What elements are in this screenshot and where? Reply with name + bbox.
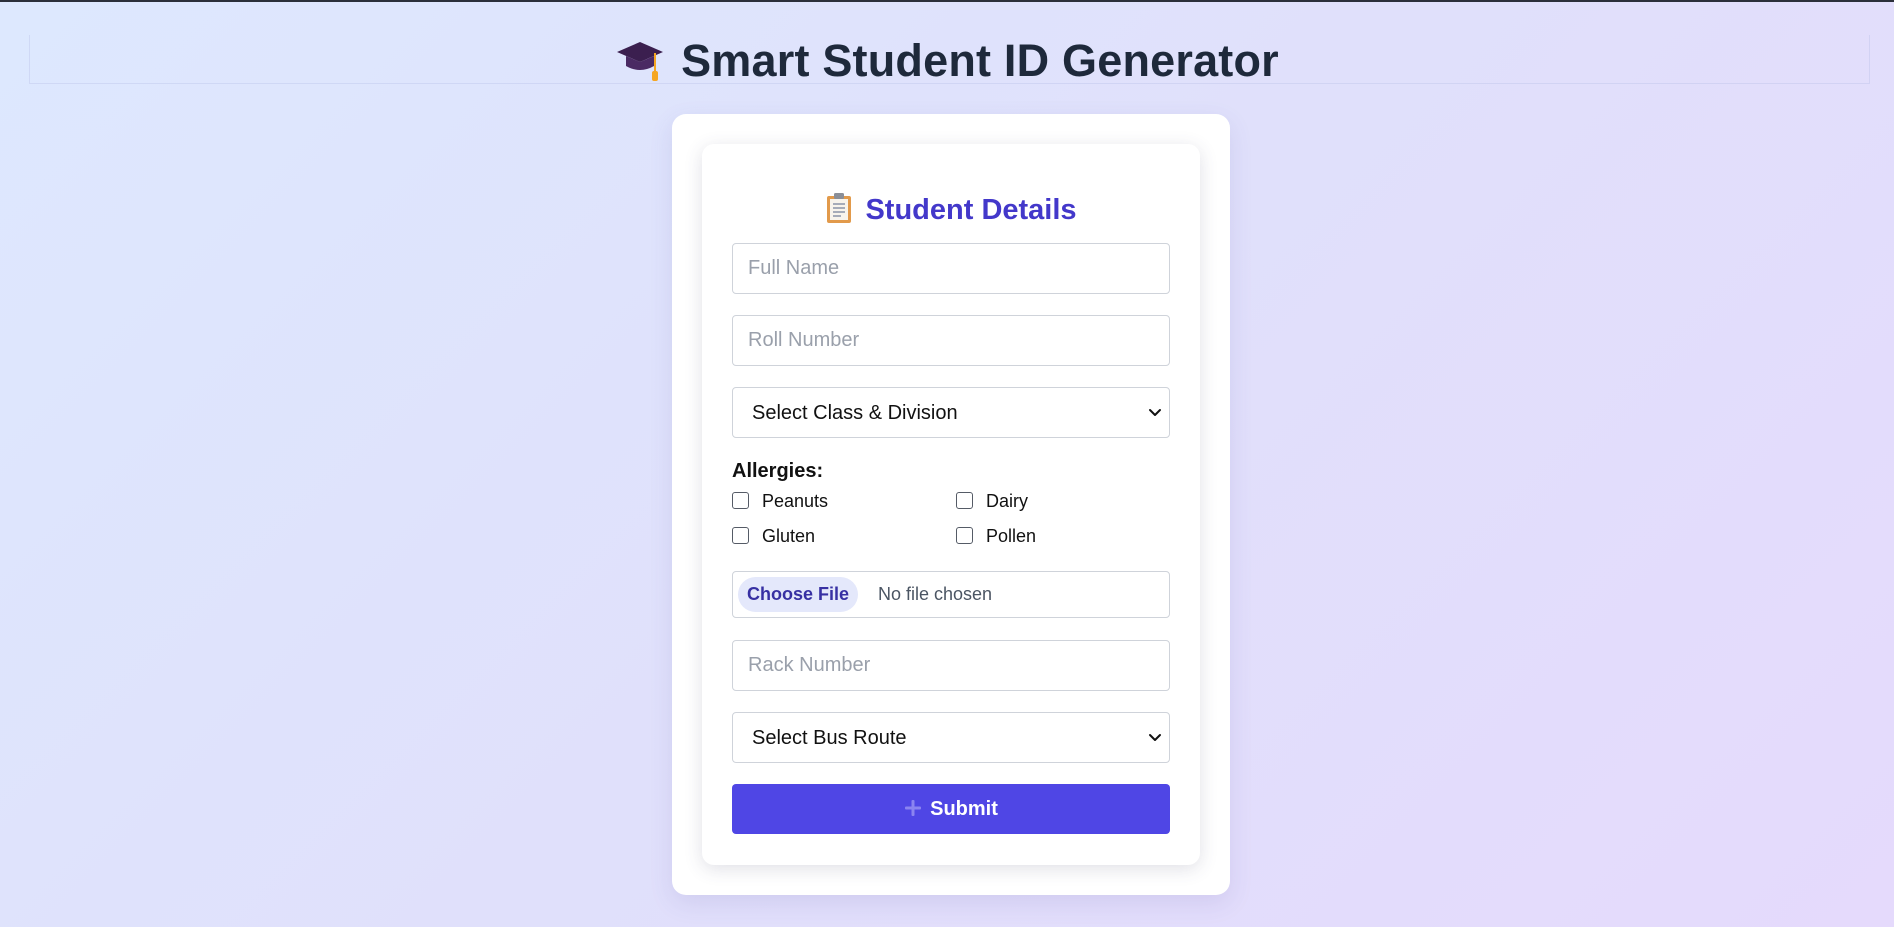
checkbox-box[interactable] [956, 527, 973, 544]
submit-button[interactable]: Submit [732, 784, 1170, 834]
plus-icon [905, 799, 922, 816]
chevron-down-icon [1149, 409, 1161, 416]
allergies-label: Allergies: [732, 460, 824, 482]
bus-route-select-value: Select Bus Route [752, 727, 907, 749]
graduation-cap-icon [617, 41, 664, 81]
photo-file-input[interactable]: Choose File No file chosen [732, 571, 1170, 618]
allergy-label: Peanuts [762, 491, 829, 511]
submit-label: Submit [930, 798, 998, 820]
clipboard-icon [827, 193, 852, 224]
allergy-label: Pollen [986, 526, 1037, 546]
page-title: Smart Student ID Generator [0, 32, 1894, 90]
rack-number-input[interactable] [732, 640, 1170, 691]
bus-route-select[interactable]: Select Bus Route [732, 712, 1170, 763]
form-container: Student Details Select Class & Division … [672, 114, 1230, 895]
checkbox-box[interactable] [956, 492, 973, 509]
class-division-select[interactable]: Select Class & Division [732, 387, 1170, 438]
file-status-text: No file chosen [878, 584, 993, 604]
page-title-text: Smart Student ID Generator [681, 35, 1279, 86]
student-details-card: Student Details Select Class & Division … [702, 144, 1200, 865]
choose-file-button[interactable]: Choose File [738, 577, 858, 612]
chevron-down-icon [1149, 734, 1161, 741]
allergy-label: Gluten [762, 526, 816, 546]
checkbox-box[interactable] [732, 492, 749, 509]
full-name-input[interactable] [732, 243, 1170, 294]
checkbox-box[interactable] [732, 527, 749, 544]
section-title-text: Student Details [865, 194, 1077, 226]
section-title: Student Details [702, 190, 1200, 230]
allergy-label: Dairy [986, 491, 1029, 511]
class-division-select-value: Select Class & Division [752, 402, 958, 424]
roll-number-input[interactable] [732, 315, 1170, 366]
